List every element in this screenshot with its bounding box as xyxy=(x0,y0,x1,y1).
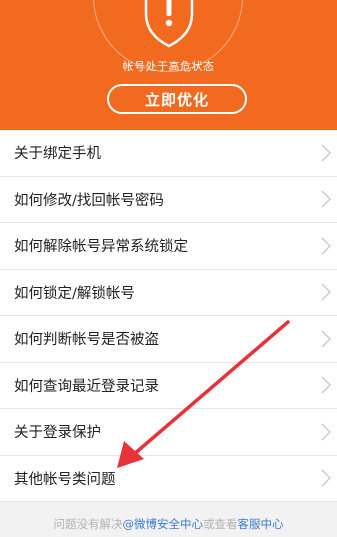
chevron-right-icon xyxy=(321,237,331,255)
shield-warning-icon xyxy=(140,0,198,48)
list-item-label: 关于登录保护 xyxy=(14,425,101,442)
chevron-right-icon xyxy=(321,190,331,208)
security-status-header: 帐号处于高危状态 立即优化 xyxy=(0,0,337,130)
list-item-label: 如何解除帐号异常系统锁定 xyxy=(14,239,188,256)
account-security-page: 帐号处于高危状态 立即优化 关于绑定手机 如何修改/找回帐号密码 如何解除帐号异… xyxy=(0,0,337,537)
list-item-other-account-issues[interactable]: 其他帐号类问题 xyxy=(0,455,337,502)
list-item-login-records[interactable]: 如何查询最近登录记录 xyxy=(0,362,337,409)
chevron-right-icon xyxy=(321,144,331,162)
weibo-security-center-link[interactable]: @微博安全中心 xyxy=(123,517,204,531)
list-item-label: 其他帐号类问题 xyxy=(14,471,116,488)
list-item-label: 如何锁定/解锁帐号 xyxy=(14,285,135,302)
customer-service-link[interactable]: 客服中心 xyxy=(238,517,284,531)
chevron-right-icon xyxy=(321,283,331,301)
chevron-right-icon xyxy=(321,423,331,441)
chevron-right-icon xyxy=(321,469,331,487)
chevron-right-icon xyxy=(321,376,331,394)
list-item-label: 关于绑定手机 xyxy=(14,146,101,163)
list-item-account-stolen[interactable]: 如何判断帐号是否被盗 xyxy=(0,316,337,363)
list-item-label: 如何查询最近登录记录 xyxy=(14,378,159,395)
list-item-bind-phone[interactable]: 关于绑定手机 xyxy=(0,130,337,177)
optimize-now-button[interactable]: 立即优化 xyxy=(107,84,247,114)
footer-text: 问题没有解决 xyxy=(53,517,123,531)
help-footer: 问题没有解决@微博安全中心或查看客服中心 xyxy=(0,512,337,537)
chevron-right-icon xyxy=(321,330,331,348)
security-status-text: 帐号处于高危状态 xyxy=(122,60,215,73)
help-topic-list: 关于绑定手机 如何修改/找回帐号密码 如何解除帐号异常系统锁定 如何锁定/解锁帐… xyxy=(0,130,337,502)
list-item-lock-unlock-account[interactable]: 如何锁定/解锁帐号 xyxy=(0,269,337,316)
list-item-label: 如何判断帐号是否被盗 xyxy=(14,332,159,349)
list-item-login-protection[interactable]: 关于登录保护 xyxy=(0,409,337,456)
list-item-unlock-system-lock[interactable]: 如何解除帐号异常系统锁定 xyxy=(0,223,337,270)
list-item-change-password[interactable]: 如何修改/找回帐号密码 xyxy=(0,176,337,223)
footer-text: 或查看 xyxy=(203,517,238,531)
list-item-label: 如何修改/找回帐号密码 xyxy=(14,192,164,209)
